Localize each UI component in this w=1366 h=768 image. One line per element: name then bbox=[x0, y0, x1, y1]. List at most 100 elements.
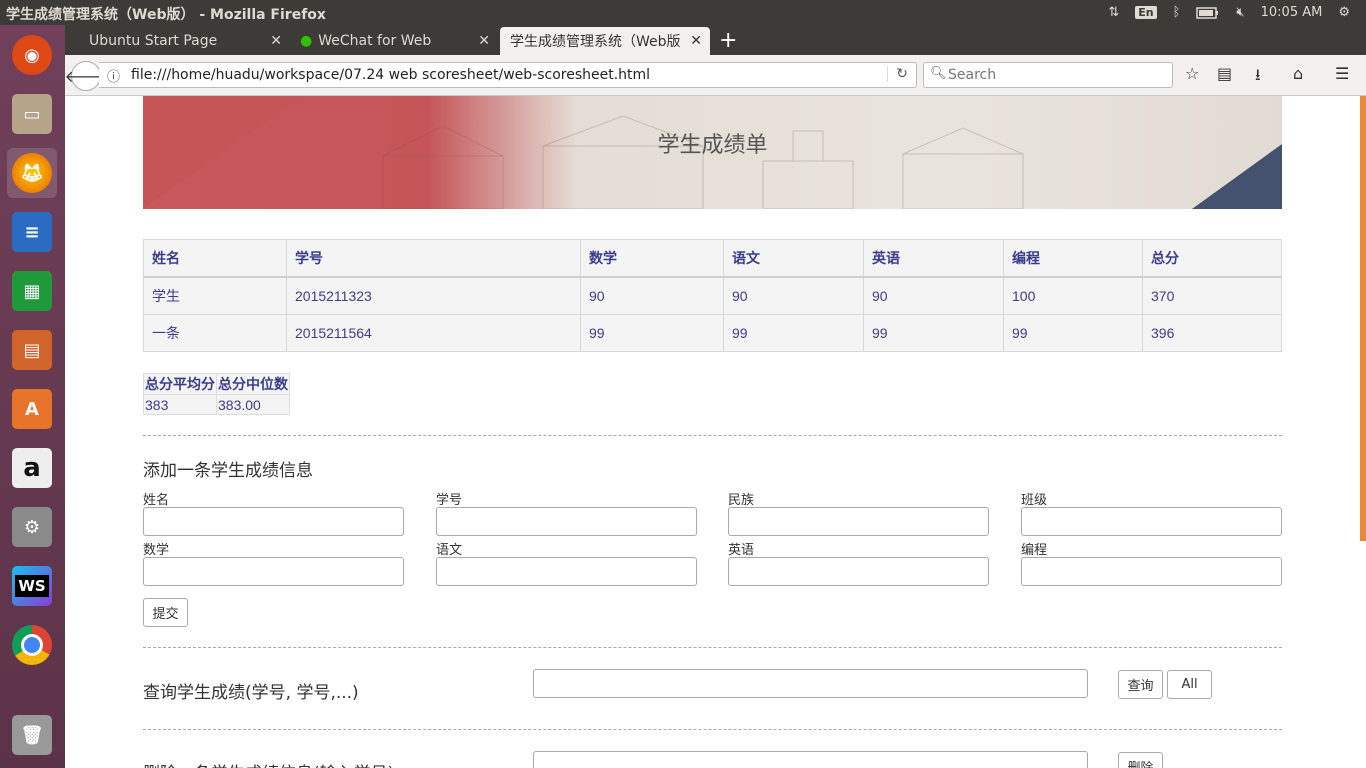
libreoffice-impress-icon[interactable]: ▤ bbox=[7, 325, 57, 375]
name-input[interactable] bbox=[143, 507, 404, 536]
table-cell: 99 bbox=[723, 314, 864, 352]
field-label-math: 数学 bbox=[143, 543, 170, 558]
window-title-bar: 学生成绩管理系统（Web版） - Mozilla Firefox ⇅ En ᛒ … bbox=[0, 0, 1366, 25]
programming-input[interactable] bbox=[1021, 557, 1282, 586]
webstorm-icon[interactable]: WS bbox=[7, 561, 57, 611]
submit-button[interactable]: 提交 bbox=[143, 598, 188, 627]
ubuntu-dash-icon[interactable]: ◉ bbox=[7, 30, 57, 80]
new-tab-plus-icon[interactable]: + bbox=[719, 28, 737, 53]
amazon-icon[interactable]: a bbox=[7, 443, 57, 493]
close-icon[interactable]: ✕ bbox=[690, 33, 702, 49]
close-icon[interactable]: ✕ bbox=[478, 33, 490, 49]
page-content: 学生成绩单 姓名 学号 数学 语文 英语 编程 总分 学生 2015211323… bbox=[65, 96, 1366, 768]
info-icon[interactable]: ⓘ bbox=[107, 66, 120, 85]
column-header: 语文 bbox=[723, 239, 864, 278]
system-tray: ⇅ En ᛒ 🔇︎ 10:05 AM ⚙ bbox=[1108, 0, 1366, 25]
average-value: 383 bbox=[143, 394, 217, 415]
volume-muted-icon[interactable]: 🔇︎ bbox=[1236, 5, 1244, 20]
url-bar[interactable]: ⓘ file:///home/huadu/workspace/07.24 web… bbox=[99, 62, 917, 88]
query-title: 查询学生成绩(学号, 学号,...) bbox=[143, 683, 359, 703]
median-header: 总分中位数 bbox=[216, 373, 290, 395]
search-input[interactable] bbox=[946, 65, 1170, 85]
table-cell: 90 bbox=[723, 276, 864, 315]
power-gear-icon[interactable]: ⚙ bbox=[1338, 5, 1350, 20]
delete-input[interactable] bbox=[533, 751, 1088, 768]
table-cell: 396 bbox=[1142, 314, 1282, 352]
stats-header-row: 总分平均分 总分中位数 bbox=[143, 373, 290, 395]
table-cell: 2015211323 bbox=[286, 276, 581, 315]
median-value: 383.00 bbox=[216, 394, 290, 415]
average-header: 总分平均分 bbox=[143, 373, 217, 395]
ethnicity-input[interactable] bbox=[728, 507, 989, 536]
libreoffice-writer-icon[interactable]: ≡ bbox=[7, 207, 57, 257]
table-cell: 370 bbox=[1142, 276, 1282, 315]
tab-label: 学生成绩管理系统（Web版 bbox=[510, 34, 681, 50]
back-arrow-icon[interactable]: 🡐 bbox=[65, 61, 107, 91]
files-icon[interactable]: ▭ bbox=[7, 89, 57, 139]
table-cell: 99 bbox=[863, 314, 1004, 352]
reading-list-icon[interactable]: ▤ bbox=[1217, 64, 1232, 83]
bluetooth-icon[interactable]: ᛒ bbox=[1173, 5, 1181, 20]
divider bbox=[143, 647, 1282, 648]
field-label-programming: 编程 bbox=[1021, 543, 1048, 558]
chrome-icon[interactable] bbox=[7, 620, 57, 670]
table-row: 一条 2015211564 99 99 99 99 396 bbox=[143, 314, 1282, 352]
table-cell: 90 bbox=[580, 276, 724, 315]
table-cell: 99 bbox=[1003, 314, 1143, 352]
ubuntu-software-icon[interactable]: A bbox=[7, 384, 57, 434]
column-header: 总分 bbox=[1142, 239, 1282, 278]
stats-value-row: 383 383.00 bbox=[143, 394, 290, 415]
class-input[interactable] bbox=[1021, 507, 1282, 536]
table-cell: 2015211564 bbox=[286, 314, 581, 352]
column-header: 数学 bbox=[580, 239, 724, 278]
field-label-english: 英语 bbox=[728, 543, 755, 558]
trash-icon[interactable]: 🗑︎ bbox=[7, 710, 57, 760]
page-scrollbar[interactable] bbox=[1360, 96, 1366, 541]
field-label-name: 姓名 bbox=[143, 493, 170, 508]
tab-label: WeChat for Web bbox=[318, 33, 432, 49]
table-row: 学生 2015211323 90 90 90 100 370 bbox=[143, 276, 1282, 315]
field-label-class: 班级 bbox=[1021, 493, 1048, 508]
delete-title: 删除一条学生成绩信息(输入学号) bbox=[143, 759, 394, 768]
all-button[interactable]: All bbox=[1167, 670, 1212, 699]
field-label-chinese: 语文 bbox=[436, 543, 463, 558]
chinese-input[interactable] bbox=[436, 557, 697, 586]
page-title: 学生成绩单 bbox=[657, 133, 768, 158]
english-input[interactable] bbox=[728, 557, 989, 586]
search-bar[interactable]: 🔍︎ bbox=[923, 62, 1173, 88]
divider bbox=[143, 729, 1282, 730]
url-text[interactable]: file:///home/huadu/workspace/07.24 web s… bbox=[131, 67, 650, 83]
math-input[interactable] bbox=[143, 557, 404, 586]
downloads-arrow-icon[interactable]: ⭳ bbox=[1255, 64, 1261, 91]
close-icon[interactable]: ✕ bbox=[270, 33, 282, 49]
network-icon[interactable]: ⇅ bbox=[1108, 5, 1119, 20]
keyboard-layout-indicator[interactable]: En bbox=[1135, 6, 1157, 19]
table-header-row: 姓名 学号 数学 语文 英语 编程 总分 bbox=[143, 239, 1282, 278]
table-cell: 90 bbox=[863, 276, 1004, 315]
bookmark-star-icon[interactable]: ☆ bbox=[1185, 64, 1199, 83]
query-input[interactable] bbox=[533, 669, 1088, 698]
table-cell: 一条 bbox=[143, 314, 287, 352]
column-header: 学号 bbox=[286, 239, 581, 278]
student-id-input[interactable] bbox=[436, 507, 697, 536]
tab-wechat[interactable]: ● WeChat for Web ✕ bbox=[292, 27, 498, 55]
hamburger-menu-icon[interactable]: ☰ bbox=[1335, 64, 1349, 83]
field-label-id: 学号 bbox=[436, 493, 463, 508]
column-header: 英语 bbox=[863, 239, 1004, 278]
home-icon[interactable]: ⌂ bbox=[1293, 64, 1303, 83]
table-cell: 99 bbox=[580, 314, 724, 352]
firefox-icon[interactable]: 🦊︎ bbox=[7, 148, 57, 198]
system-settings-icon[interactable]: ⚙ bbox=[7, 502, 57, 552]
add-form-title: 添加一条学生成绩信息 bbox=[143, 461, 313, 481]
tab-ubuntu-start-page[interactable]: Ubuntu Start Page ✕ bbox=[75, 27, 290, 55]
battery-icon[interactable] bbox=[1196, 6, 1220, 19]
tab-label: Ubuntu Start Page bbox=[89, 33, 218, 49]
header-banner: 学生成绩单 bbox=[143, 96, 1282, 209]
query-button[interactable]: 查询 bbox=[1118, 670, 1163, 699]
navigation-toolbar: 🡐 ⓘ file:///home/huadu/workspace/07.24 w… bbox=[65, 55, 1366, 96]
delete-button[interactable]: 删除 bbox=[1118, 752, 1163, 768]
libreoffice-calc-icon[interactable]: ▦ bbox=[7, 266, 57, 316]
reload-icon[interactable]: ↻ bbox=[887, 66, 908, 82]
clock[interactable]: 10:05 AM bbox=[1261, 5, 1323, 20]
tab-scoresheet[interactable]: 学生成绩管理系统（Web版 ✕ bbox=[500, 27, 710, 55]
